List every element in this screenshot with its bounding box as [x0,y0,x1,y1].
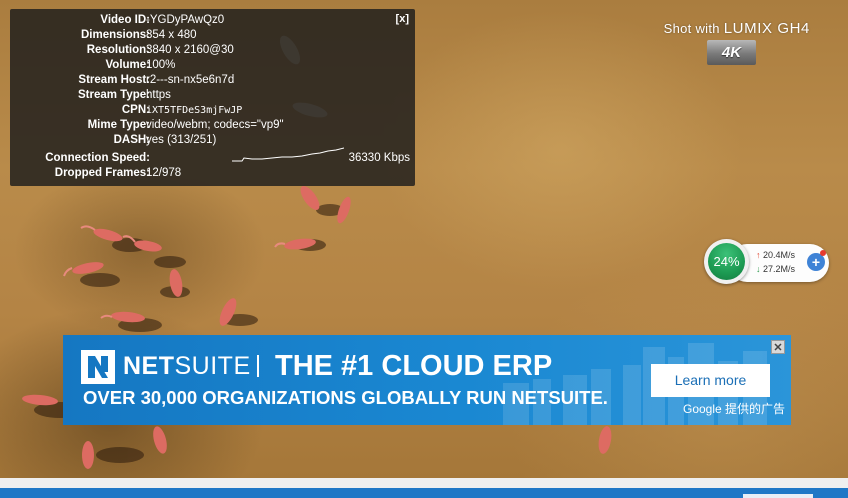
page-divider [0,478,848,488]
stats-row-resolution: Resolution: 3840 x 2160@30 [10,43,415,58]
download-arrow-icon: ↓ [756,264,761,274]
usage-gauge[interactable]: 24% [704,239,749,284]
stats-label: Stream Type: [77,89,150,101]
stats-label: Mime Type: [87,119,150,131]
stats-value: 100% [146,59,176,71]
camera-watermark: Shot with LUMIX GH4 [664,20,810,37]
stats-row-cpn: CPN: iXT5TFDeS3mjFwJP [10,103,415,118]
watermark-brand: LUMIX GH4 [723,20,810,37]
stats-value: 3840 x 2160@30 [146,44,234,56]
stats-row-dimensions: Dimensions: 854 x 480 [10,28,415,43]
stats-row-stream-host: Stream Host: r2---sn-nx5e6n7d [10,73,415,88]
stats-value: video/webm; codecs="vp9" [146,119,284,131]
stats-label: Dimensions: [80,29,150,41]
upload-speed-value: 20.4M/s [763,250,796,260]
stats-label: DASH: [113,134,150,146]
bottom-nav-bar [0,488,848,498]
ad-separator [257,355,259,377]
netsuite-logo-icon [81,350,115,384]
stats-value: 12/978 [146,167,182,179]
bottom-nav-box [743,494,813,498]
stats-value: r2---sn-nx5e6n7d [146,74,235,86]
upload-arrow-icon: ↑ [756,250,761,260]
connection-speed-value: 36330 Kbps [348,152,410,164]
stats-label: Volume: [105,59,150,71]
notification-dot [820,250,826,256]
usage-percent: 24% [708,243,745,280]
video-player[interactable]: [x] Video ID: -YGDyPAwQz0 Dimensions: 85… [0,0,848,478]
watermark-shot-with: Shot with [663,21,720,36]
upload-speed: ↑ 20.4M/s [756,250,795,260]
learn-more-button[interactable]: Learn more [651,364,770,397]
stats-value: -YGDyPAwQz0 [146,14,225,26]
stats-label: Connection Speed: [45,152,150,164]
stats-panel: [x] Video ID: -YGDyPAwQz0 Dimensions: 85… [10,9,415,186]
wordmark-bold: NET [123,352,175,380]
stats-value: https [146,89,171,101]
stats-value: 854 x 480 [146,29,197,41]
ad-subline: OVER 30,000 ORGANIZATIONS GLOBALLY RUN N… [83,387,608,408]
stats-label: Resolution: [86,44,150,56]
stats-row-video-id: Video ID: -YGDyPAwQz0 [10,13,415,28]
badge-4k-icon: 4K [707,40,756,65]
ad-attribution[interactable]: Google 提供的广告 [683,402,785,417]
stats-row-stream-type: Stream Type: https [10,88,415,103]
download-speed: ↓ 27.2M/s [756,264,795,274]
stats-row-volume: Volume: 100% [10,58,415,73]
stats-row-mime-type: Mime Type: video/webm; codecs="vp9" [10,118,415,133]
network-speed-widget[interactable]: 24% ↑ 20.4M/s ↓ 27.2M/s + [704,239,829,284]
netsuite-wordmark: NETSUITE [123,349,251,383]
stats-label: Dropped Frames: [54,167,150,179]
ad-headline: THE #1 CLOUD ERP [275,350,553,382]
stats-value: iXT5TFDeS3mjFwJP [146,105,243,116]
wordmark-rest: SUITE [174,352,251,380]
stats-label: Video ID: [100,14,150,26]
stats-value: yes (313/251) [146,134,217,146]
stats-row-dropped-frames: Dropped Frames: 12/978 [10,166,415,181]
connection-speed-graph [232,147,344,162]
stats-row-dash: DASH: yes (313/251) [10,133,415,148]
ad-close-icon[interactable]: ✕ [771,340,785,354]
netsuite-ad-banner[interactable]: NETSUITE THE #1 CLOUD ERP OVER 30,000 OR… [63,335,791,425]
download-speed-value: 27.2M/s [763,264,796,274]
stats-label: Stream Host: [78,74,150,86]
